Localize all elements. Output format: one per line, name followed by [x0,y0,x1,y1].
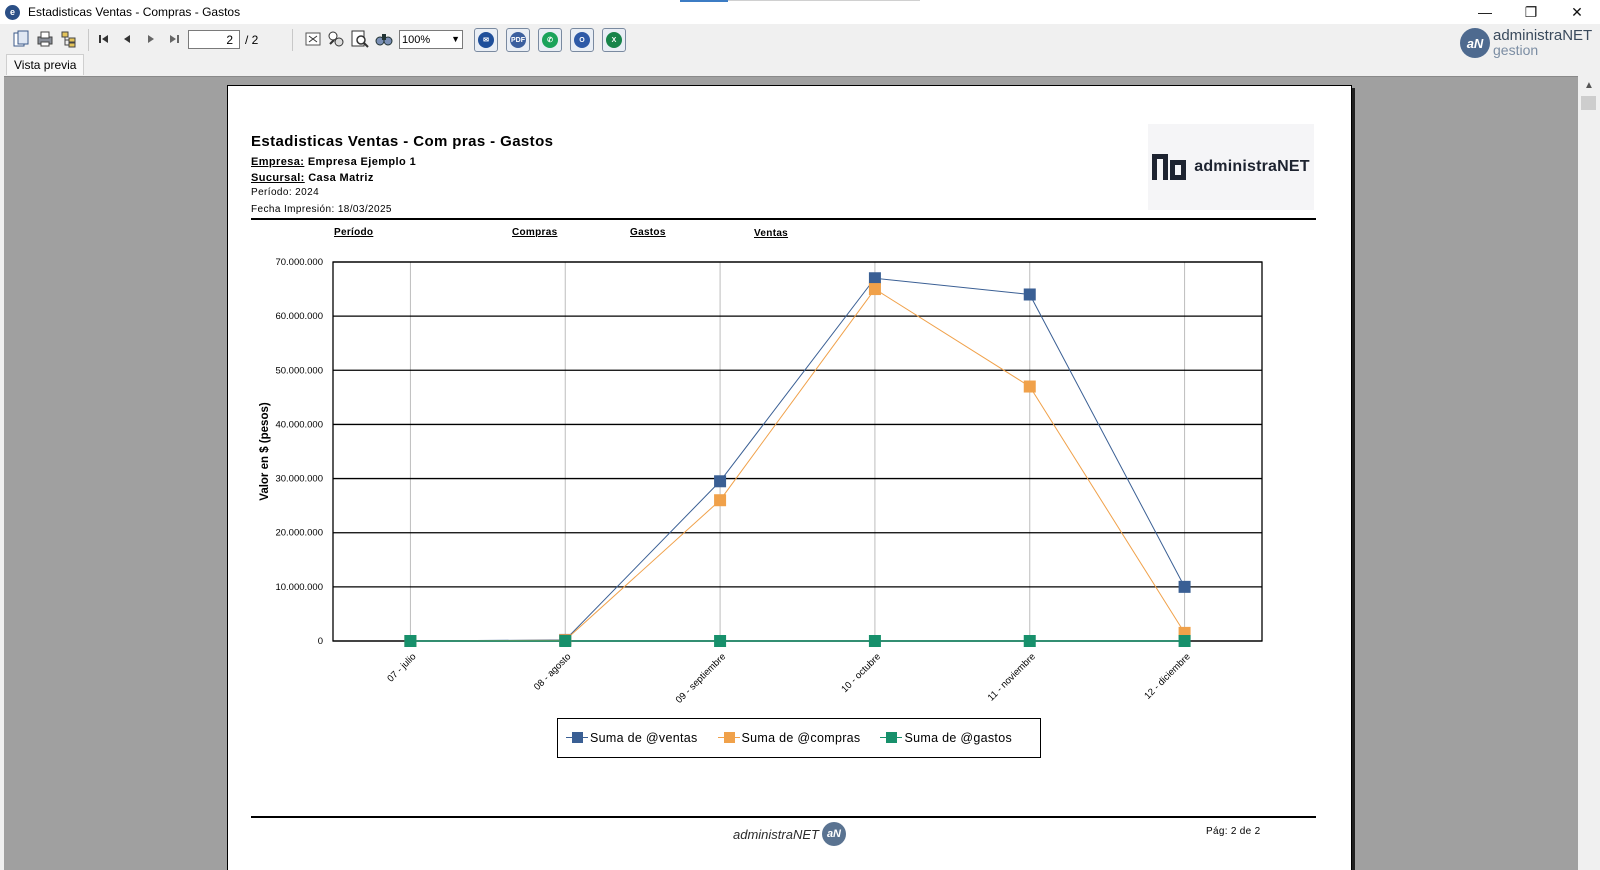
data-point [1023,380,1036,393]
vertical-scrollbar[interactable]: ▲ [1578,76,1600,870]
x-tick-label: 11 - noviembre [986,651,1038,703]
toolbar-separator [292,29,293,51]
y-tick-label: 20.000.000 [275,528,323,539]
legend-item-gastos: Suma de @gastos [880,731,1012,745]
x-tick-label: 09 - septiembre [674,651,728,705]
footer-divider [251,816,1316,818]
data-point [868,635,881,647]
pdf-icon: PDF [510,32,526,48]
x-tick-label: 12 - diciembre [1142,651,1192,701]
page-number-label: Pág: 2 de 2 [1206,826,1261,837]
restore-button[interactable]: ❐ [1508,0,1554,24]
data-point [1023,635,1036,647]
prev-page-icon[interactable] [117,29,137,49]
zoom-value: 100% [402,33,431,46]
footer-brand-text: administraNET [733,826,819,842]
brand-mark-icon: aN [1460,28,1490,58]
y-tick-label: 40.000.000 [275,419,323,430]
multi-page-icon[interactable] [326,29,346,49]
data-point [868,283,881,296]
y-tick-label: 60.000.000 [275,311,323,322]
close-preview-icon[interactable] [303,29,323,49]
preview-viewport: Estadisticas Ventas - Com pras - Gastos … [4,76,1578,870]
window-controls: — ❐ ✕ [1462,0,1600,24]
brand-subtitle: gestion [1493,42,1539,58]
export-icon[interactable] [11,29,31,49]
last-page-icon[interactable] [164,29,184,49]
page-total-label: / 2 [245,33,259,47]
whatsapp-icon: ✆ [542,32,558,48]
data-point [404,635,417,647]
x-tick-label: 10 - octubre [839,651,883,695]
legend-label-gastos: Suma de @gastos [904,731,1012,745]
y-tick-label: 10.000.000 [275,582,323,593]
legend-label-compras: Suma de @compras [741,731,861,745]
print-icon[interactable] [35,29,55,49]
x-tick-label: 08 - agosto [532,651,573,692]
excel-button[interactable]: X [602,28,626,52]
binoculars-icon[interactable] [374,29,394,49]
data-point [714,635,727,647]
excel-icon: X [606,32,622,48]
x-tick-label: 07 - julio [385,651,418,684]
minimize-button[interactable]: — [1462,0,1508,24]
y-tick-label: 50.000.000 [275,365,323,376]
y-tick-label: 0 [318,636,323,647]
email-icon: ✉ [478,32,494,48]
y-tick-label: 70.000.000 [275,257,323,268]
brand-name: administraNET [1493,27,1593,44]
footer-logo: administraNET aN [733,822,846,846]
toolbar-separator [88,29,89,51]
app-icon: e [5,4,20,20]
window-title: Estadisticas Ventas - Compras - Gastos [28,5,241,19]
title-bar: e Estadisticas Ventas - Compras - Gastos… [0,0,1600,24]
tab-vista-previa[interactable]: Vista previa [6,54,85,75]
close-button[interactable]: ✕ [1554,0,1600,24]
page-search-icon[interactable] [350,29,370,49]
legend-label-ventas: Suma de @ventas [590,731,698,745]
title-accent [680,0,728,2]
data-point [714,494,727,507]
y-tick-label: 30.000.000 [275,474,323,485]
page-number-input[interactable] [188,30,240,49]
legend-item-compras: Suma de @compras [717,731,861,745]
pdf-button[interactable]: PDF [506,28,530,52]
data-point [1023,288,1036,301]
email-button[interactable]: ✉ [474,28,498,52]
chevron-down-icon: ▼ [451,34,460,44]
zoom-select[interactable]: 100% ▼ [399,30,463,49]
toolbar: / 2 100% ▼ ✉ PDF ✆ O X [0,24,1600,54]
data-point [1178,635,1191,647]
first-page-icon[interactable] [94,29,114,49]
scroll-up-icon[interactable]: ▲ [1584,80,1594,91]
outlook-button[interactable]: O [570,28,594,52]
tree-icon[interactable] [59,29,79,49]
whatsapp-button[interactable]: ✆ [538,28,562,52]
plot-area [333,262,1262,641]
outlook-icon: O [574,32,590,48]
brand-logo: aN administraNET gestion [1460,28,1592,58]
data-point [1178,580,1191,593]
data-point [559,635,572,647]
title-accent-line [728,0,920,1]
scroll-thumb[interactable] [1581,96,1596,110]
chart-legend: Suma de @ventas Suma de @compras Suma de… [557,718,1041,758]
line-chart: 70.000.000 60.000.000 50.000.000 40.000.000… [259,257,1263,706]
footer-brand-mark-icon: aN [821,822,846,846]
y-axis-label: Valor en $ (pesos) [259,402,271,501]
legend-item-ventas: Suma de @ventas [566,731,698,745]
report-page: Estadisticas Ventas - Com pras - Gastos … [227,85,1352,870]
next-page-icon[interactable] [141,29,161,49]
data-point [714,475,727,488]
data-point [868,272,881,285]
